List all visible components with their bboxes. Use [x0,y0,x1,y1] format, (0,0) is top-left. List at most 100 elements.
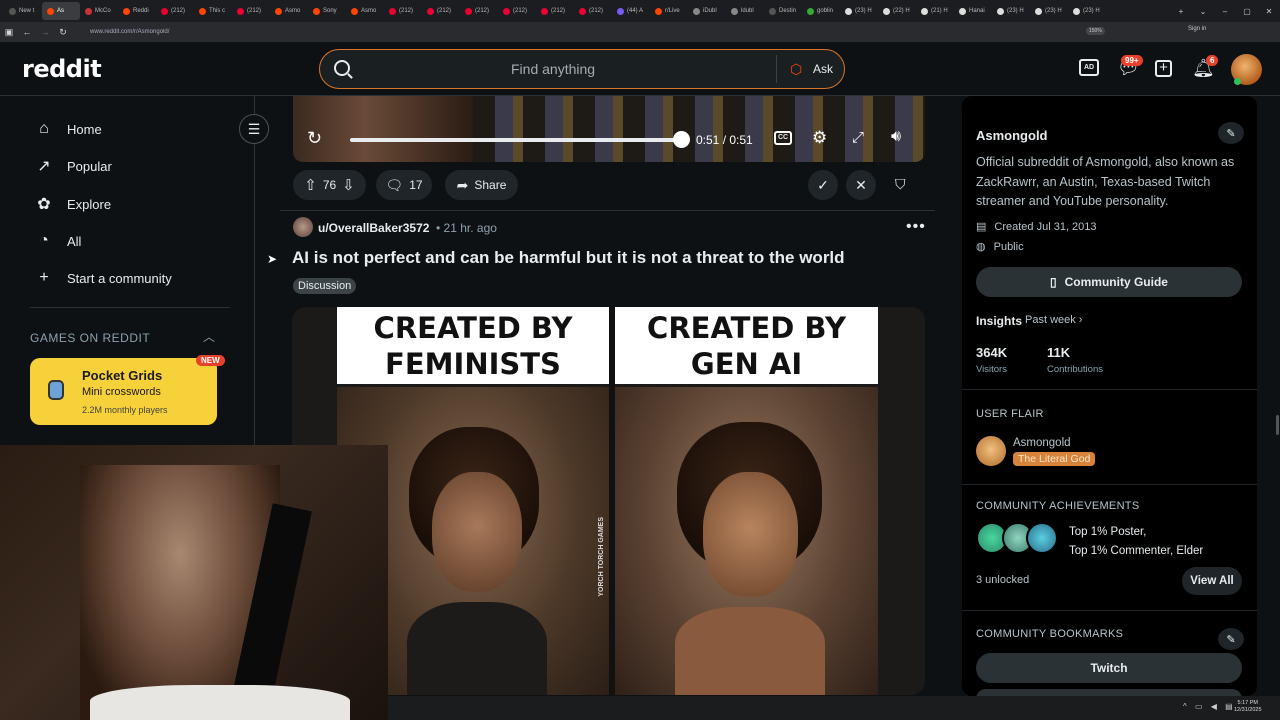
browser-tab[interactable]: Sony [308,2,346,20]
achievements-line-2: Top 1% Commenter, Elder [1069,545,1204,557]
post-flair[interactable]: Discussion [293,278,357,294]
upvote-icon[interactable]: ⇧ [304,176,317,194]
tab-search-button[interactable]: ⌄ [1192,7,1214,16]
browser-tab[interactable]: As [42,2,80,20]
view-all-button[interactable]: View All [1182,567,1242,595]
achievements-heading: COMMUNITY ACHIEVEMENTS [976,500,1140,512]
browser-tab[interactable]: (23) H [840,2,878,20]
author-avatar[interactable] [293,217,313,237]
achievement-badge-icon[interactable] [1026,522,1058,554]
edit-pencil-icon[interactable]: ✎ [1218,628,1244,650]
reddit-logo[interactable]: reddit [22,55,102,83]
video-progress-handle[interactable] [673,131,690,148]
browser-tab[interactable]: (212) [422,2,460,20]
browser-tab[interactable]: (23) H [992,2,1030,20]
approve-button[interactable]: ✓ [808,170,838,200]
sidebar-item-popular[interactable]: ↗ Popular [35,157,112,175]
browser-tab[interactable]: Destin [764,2,802,20]
tab-title: (23) H [855,8,872,14]
browser-tab[interactable]: goblin [802,2,840,20]
share-button[interactable]: ➦ Share [445,170,518,200]
browser-tab[interactable]: This c [194,2,232,20]
browser-tab[interactable]: Asmo [270,2,308,20]
flair-user-avatar[interactable] [976,436,1006,466]
browser-tab[interactable]: (212) [498,2,536,20]
reload-icon[interactable]: ↻ [54,27,72,38]
post-title[interactable]: AI is not perfect and can be harmful but… [292,248,845,268]
sidebar-item-explore[interactable]: ✿ Explore [35,195,111,213]
comment-count: 17 [409,178,423,192]
browser-tab[interactable]: (23) H [1030,2,1068,20]
sidebar-item-start-a-community[interactable]: + Start a community [35,269,171,287]
tab-title: McCo [95,8,111,14]
url-field[interactable]: www.reddit.com/r/Asmongold/ [90,29,169,35]
captions-icon[interactable]: CC [774,131,792,145]
advertise-icon[interactable]: AD [1079,59,1099,76]
browser-tab[interactable]: (212) [384,2,422,20]
downvote-icon[interactable]: ⇩ [342,176,355,194]
more-options-icon[interactable]: ••• [906,218,926,236]
browser-tab[interactable]: Hanai [954,2,992,20]
fullscreen-icon[interactable]: ⤢ [852,129,864,146]
browser-tab[interactable]: McCo [80,2,118,20]
new-tab-button[interactable]: + [1170,7,1192,16]
maximize-button[interactable]: ▢ [1236,7,1258,16]
replay-icon[interactable]: ↻ [307,128,322,149]
edit-pencil-icon[interactable]: ✎ [1218,122,1244,144]
sidebar-item-label: Explore [67,196,112,212]
post-author[interactable]: u/OverallBaker3572 [318,221,429,235]
sign-in-button[interactable]: Sign in [1188,26,1206,32]
browser-tab[interactable]: r/Live [650,2,688,20]
games-section-heading[interactable]: GAMES ON REDDIT [30,331,150,345]
browser-tab[interactable]: (23) H [1068,2,1106,20]
page-scrollbar[interactable] [1276,415,1279,435]
browser-tab[interactable]: Asmo [346,2,384,20]
chevron-up-icon[interactable]: ︿ [203,328,215,345]
video-progress-bar[interactable] [350,138,682,142]
vote-count: 76 [322,178,337,192]
sidebar-item-home[interactable]: ⌂ Home [35,120,102,138]
browser-tab[interactable]: (212) [574,2,612,20]
community-guide-button[interactable]: ▯ Community Guide [976,267,1242,297]
browser-tab[interactable]: (21) H [916,2,954,20]
comments-button[interactable]: 🗨︎ 17 [376,170,432,200]
visitors-count: 364K [976,345,1008,360]
sidebar-item-label: Home [67,121,102,137]
browser-tab[interactable]: Reddi [118,2,156,20]
taskbar-clock[interactable]: 5:17 PM 12/31/2025 [1234,700,1262,714]
browser-tab[interactable]: (212) [460,2,498,20]
zoom-indicator[interactable]: 150% [1086,27,1105,35]
browser-tab[interactable]: ldubl [726,2,764,20]
mod-shield-icon[interactable]: ⛉ [895,176,906,193]
browser-tab[interactable]: (212) [232,2,270,20]
meme-left-caption: CREATED BY FEMINISTS [337,307,609,384]
browser-tab[interactable]: (22) H [878,2,916,20]
browser-tab[interactable]: New t [4,2,42,20]
twitch-bookmark-button[interactable]: Twitch [976,653,1242,683]
browser-tab[interactable]: iDubl [688,2,726,20]
sidebar-item-all[interactable]: ◔ All [35,232,81,250]
remove-button[interactable]: ✕ [846,170,876,200]
video-player[interactable] [293,96,925,162]
close-window-button[interactable]: ✕ [1258,7,1280,16]
flair-username[interactable]: Asmongold [1013,437,1071,449]
back-icon[interactable]: ← [18,27,36,37]
insights-period-dropdown[interactable]: Past week › [1025,314,1082,326]
community-name[interactable]: Asmongold [976,128,1048,143]
volume-icon[interactable]: 🔊︎ [891,128,901,146]
browser-tab[interactable]: (212) [536,2,574,20]
create-post-icon[interactable]: + [1155,60,1172,77]
user-flair-badge[interactable]: The Literal God [1013,452,1096,466]
browser-tab[interactable]: (44) A [612,2,650,20]
system-tray-icons[interactable]: ^ ▭ ◀ ▤ [1183,702,1236,711]
search-input[interactable]: Find anything [511,61,595,77]
ask-button[interactable]: Ask [813,62,833,76]
forward-icon[interactable]: → [36,27,54,37]
sidebar-toggle-icon[interactable]: ▣ [0,27,18,38]
browser-tab[interactable]: (212) [156,2,194,20]
collapse-nav-button[interactable]: ☰ [239,114,269,144]
minimize-button[interactable]: – [1214,7,1236,16]
settings-gear-icon[interactable]: ⚙ [812,128,827,148]
bookmarks-heading: COMMUNITY BOOKMARKS [976,628,1124,640]
tab-title: (21) H [931,8,948,14]
